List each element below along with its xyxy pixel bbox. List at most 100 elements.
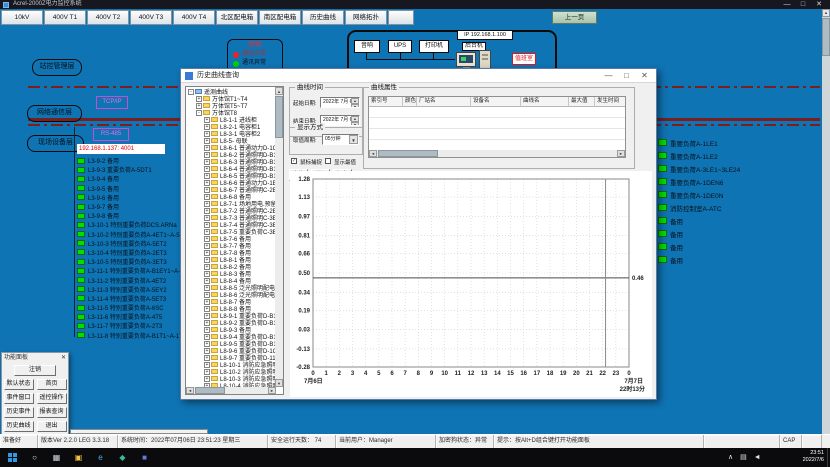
tree-expander-icon[interactable]: + — [204, 208, 210, 214]
tree-expander-icon[interactable]: + — [196, 96, 202, 102]
function-panel-close-icon[interactable]: ✕ — [61, 353, 66, 363]
tray-network-icon[interactable]: ▤ — [740, 453, 747, 462]
tree-expander-icon[interactable]: + — [204, 320, 210, 326]
taskbar-clock[interactable]: 23:51 2022/7/6 — [788, 450, 824, 464]
app-teal-icon[interactable]: ◆ — [116, 451, 129, 464]
tree-expander-icon[interactable]: + — [204, 173, 210, 179]
edge-browser-icon[interactable]: e — [94, 451, 107, 464]
scroll-left-icon[interactable]: ◄ — [369, 150, 377, 157]
column-header-最大值[interactable]: 最大值 — [569, 97, 595, 107]
dialog-maximize-button[interactable]: □ — [619, 70, 634, 82]
panel-button-遥控操作[interactable]: 遥控操作 — [37, 393, 67, 404]
tree-expander-icon[interactable]: + — [204, 152, 210, 158]
tab-历史曲线[interactable]: 历史曲线 — [302, 10, 344, 25]
mouse-capture-checkbox[interactable]: ✓ — [291, 158, 297, 164]
app-close-button[interactable]: ✕ — [812, 0, 826, 9]
column-header-发生时间[interactable]: 发生时间 — [595, 97, 626, 107]
tree-expander-icon[interactable]: - — [196, 110, 202, 116]
scroll-right-icon[interactable]: ► — [617, 150, 625, 157]
tree-expander-icon[interactable]: + — [204, 131, 210, 137]
tree-expander-icon[interactable]: + — [204, 299, 210, 305]
tree-expander-icon[interactable]: + — [204, 243, 210, 249]
tree-expander-icon[interactable]: + — [204, 306, 210, 312]
app-minimize-button[interactable]: — — [780, 0, 794, 9]
device-row[interactable]: 备用 — [658, 253, 828, 266]
device-row[interactable]: 重要负荷A-1DEN6 — [658, 175, 828, 188]
tree-expander-icon[interactable]: + — [204, 159, 210, 165]
scrollbar-thumb[interactable] — [378, 150, 438, 157]
device-row[interactable]: 备用 — [658, 240, 828, 253]
start-date-field[interactable]: 2022年 7月 6 ▲▼ — [320, 97, 360, 108]
device-row[interactable]: 重要负荷A-1DE0N — [658, 188, 828, 201]
tab-400V T3[interactable]: 400V T3 — [130, 10, 172, 25]
date-spinner[interactable]: ▲▼ — [351, 116, 359, 125]
column-header-索引号[interactable]: 索引号 — [369, 97, 403, 107]
tree-expander-icon[interactable]: + — [204, 369, 210, 375]
tree-expander-icon[interactable]: + — [204, 138, 210, 144]
app-maximize-button[interactable]: □ — [796, 0, 810, 9]
tree-expander-icon[interactable]: + — [204, 348, 210, 354]
panel-button-退出[interactable]: 退出 — [37, 421, 67, 432]
table-horizontal-scrollbar[interactable]: ◄ ► — [369, 150, 625, 157]
column-header-颜色[interactable]: 颜色 — [403, 97, 417, 107]
tree-expander-icon[interactable]: + — [204, 229, 210, 235]
panel-button-默认状态[interactable]: 默认状态 — [4, 379, 34, 390]
tree-expander-icon[interactable]: + — [204, 355, 210, 361]
show-desktop-button[interactable] — [827, 448, 828, 467]
device-row[interactable]: 重要负荷A-1LE2 — [658, 149, 828, 162]
panel-button-历史事件[interactable]: 历史事件 — [4, 407, 34, 418]
tree-expander-icon[interactable]: + — [204, 376, 210, 382]
tree-expander-icon[interactable]: + — [204, 194, 210, 200]
tray-volume-icon[interactable]: ◄ — [754, 453, 761, 462]
device-row[interactable]: 备用 — [658, 227, 828, 240]
date-spinner[interactable]: ▲▼ — [351, 98, 359, 107]
scroll-up-icon[interactable]: ▲ — [275, 87, 283, 95]
scroll-down-icon[interactable]: ▼ — [275, 379, 283, 387]
column-header-设备名[interactable]: 设备名 — [471, 97, 521, 107]
logout-button[interactable]: 注销 — [14, 365, 56, 376]
tree-expander-icon[interactable]: + — [204, 362, 210, 368]
scrollbar-thumb[interactable] — [275, 96, 283, 138]
tree-expander-icon[interactable]: + — [204, 201, 210, 207]
tab-南区配电箱[interactable]: 南区配电箱 — [259, 10, 301, 25]
dialog-minimize-button[interactable]: — — [601, 70, 616, 82]
previous-page-button[interactable]: 上一页 — [552, 11, 597, 24]
tree-vertical-scrollbar[interactable]: ▲ ▼ — [275, 87, 283, 387]
tree-expander-icon[interactable]: + — [204, 166, 210, 172]
task-view-icon[interactable]: ▦ — [50, 451, 63, 464]
tab-10kV[interactable]: 10kV — [1, 10, 43, 25]
device-row[interactable]: 消防控制室A-ATC — [658, 201, 828, 214]
device-row[interactable]: 重要负荷A-3LE1~3LE24 — [658, 162, 828, 175]
tree-expander-icon[interactable]: + — [204, 215, 210, 221]
column-header-曲线名[interactable]: 曲线名 — [521, 97, 569, 107]
history-curve-chart[interactable]: 1.281.130.970.810.660.500.340.190.03-0.1… — [290, 171, 652, 397]
show-extreme-checkbox[interactable] — [325, 158, 331, 164]
tab-400V T4[interactable]: 400V T4 — [173, 10, 215, 25]
tree-horizontal-scrollbar[interactable]: ◄ ► — [186, 387, 276, 394]
search-icon[interactable]: ○ — [28, 451, 41, 464]
panel-button-事件窗口[interactable]: 事件窗口 — [4, 393, 34, 404]
tree-expander-icon[interactable]: + — [204, 117, 210, 123]
tree-expander-icon[interactable]: + — [204, 257, 210, 263]
tree-expander-icon[interactable]: + — [204, 285, 210, 291]
tab-400V T2[interactable]: 400V T2 — [87, 10, 129, 25]
tree-expander-icon[interactable]: + — [204, 187, 210, 193]
panel-button-历史曲线[interactable]: 历史曲线 — [4, 421, 34, 432]
tree-expander-icon[interactable]: + — [204, 292, 210, 298]
start-button-icon[interactable] — [8, 453, 17, 462]
tree-expander-icon[interactable]: - — [188, 89, 194, 95]
scroll-left-icon[interactable]: ◄ — [186, 387, 194, 394]
app-blue-icon[interactable]: ■ — [138, 451, 151, 464]
tray-chevron-up-icon[interactable]: ∧ — [728, 453, 733, 462]
scrollbar-thumb[interactable] — [195, 387, 225, 394]
tree-expander-icon[interactable]: + — [204, 278, 210, 284]
tab-北区配电箱[interactable]: 北区配电箱 — [216, 10, 258, 25]
end-date-field[interactable]: 2022年 7月 6 ▲▼ — [320, 115, 360, 126]
panel-button-报表查询[interactable]: 报表查询 — [37, 407, 67, 418]
tree-expander-icon[interactable]: + — [204, 341, 210, 347]
tree-expander-icon[interactable]: + — [204, 271, 210, 277]
file-explorer-icon[interactable]: ▣ — [72, 451, 85, 464]
tree-expander-icon[interactable]: + — [204, 222, 210, 228]
period-combobox[interactable]: 05分钟 ▼ — [322, 134, 359, 145]
panel-button-首页[interactable]: 首页 — [37, 379, 67, 390]
